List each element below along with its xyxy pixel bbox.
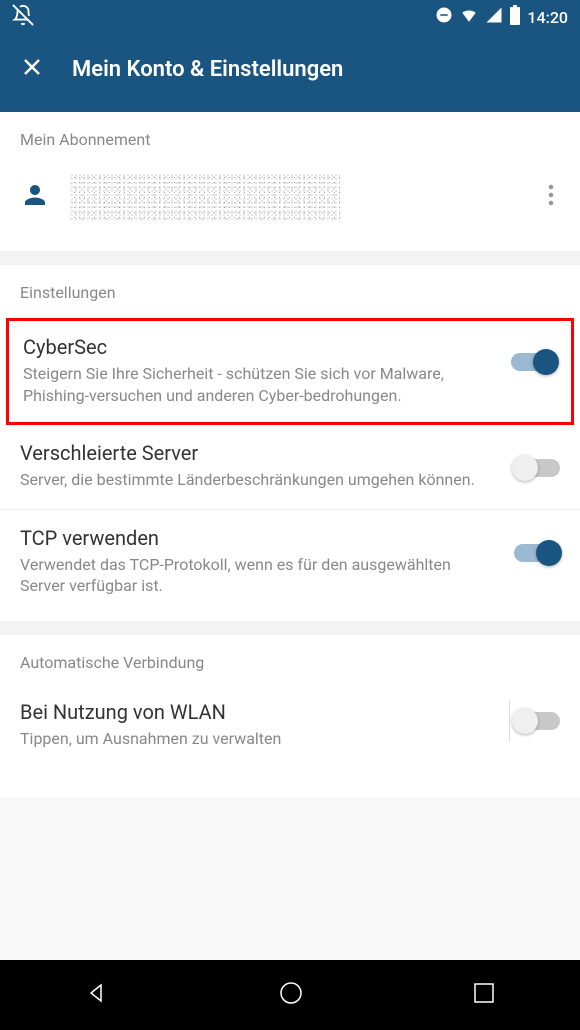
dnd-icon [435,6,453,28]
setting-cybersec[interactable]: CyberSec Steigern Sie Ihre Sicherheit - … [6,318,574,425]
divider [0,621,580,635]
nav-home-icon[interactable] [278,980,304,1010]
setting-title: CyberSec [23,335,487,359]
setting-desc: Tippen, um Ausnahmen zu verwalten [20,728,485,750]
page-title: Mein Konto & Einstellungen [72,57,343,82]
setting-title: Verschleierte Server [20,441,490,465]
divider-line [509,700,510,742]
toggle-tcp[interactable] [514,544,560,562]
section-header-settings: Einstellungen [0,265,580,314]
toggle-cybersec[interactable] [511,353,557,371]
battery-icon [509,5,521,29]
android-nav-bar [0,960,580,1030]
setting-desc: Verwendet das TCP-Protokoll, wenn es für… [20,554,490,597]
setting-desc: Steigern Sie Ihre Sicherheit - schützen … [23,363,487,406]
close-icon[interactable] [20,55,44,84]
setting-wlan[interactable]: Bei Nutzung von WLAN Tippen, um Ausnahme… [0,684,580,768]
setting-tcp[interactable]: TCP verwenden Verwendet das TCP-Protokol… [0,510,580,621]
toggle-wlan[interactable] [514,712,560,730]
section-header-autoconnect: Automatische Verbindung [0,635,580,684]
setting-title: TCP verwenden [20,526,490,550]
setting-obfuscated[interactable]: Verschleierte Server Server, die bestimm… [0,425,580,510]
signal-icon [485,6,503,28]
nav-recent-icon[interactable] [473,982,495,1008]
setting-title: Bei Nutzung von WLAN [20,700,485,724]
wifi-icon [459,6,479,28]
status-time: 14:20 [527,8,568,27]
notifications-off-icon [12,4,34,30]
status-bar: 14:20 [0,0,580,34]
app-bar: Mein Konto & Einstellungen [0,34,580,112]
more-menu-icon[interactable] [548,183,560,211]
divider [0,251,580,265]
nav-back-icon[interactable] [85,981,109,1009]
toggle-obfuscated[interactable] [514,459,560,477]
profile-row [0,161,580,251]
setting-desc: Server, die bestimmte Länderbeschränkung… [20,469,490,491]
section-header-subscription: Mein Abonnement [0,112,580,161]
person-icon [20,180,50,214]
account-name-redacted [70,173,340,221]
